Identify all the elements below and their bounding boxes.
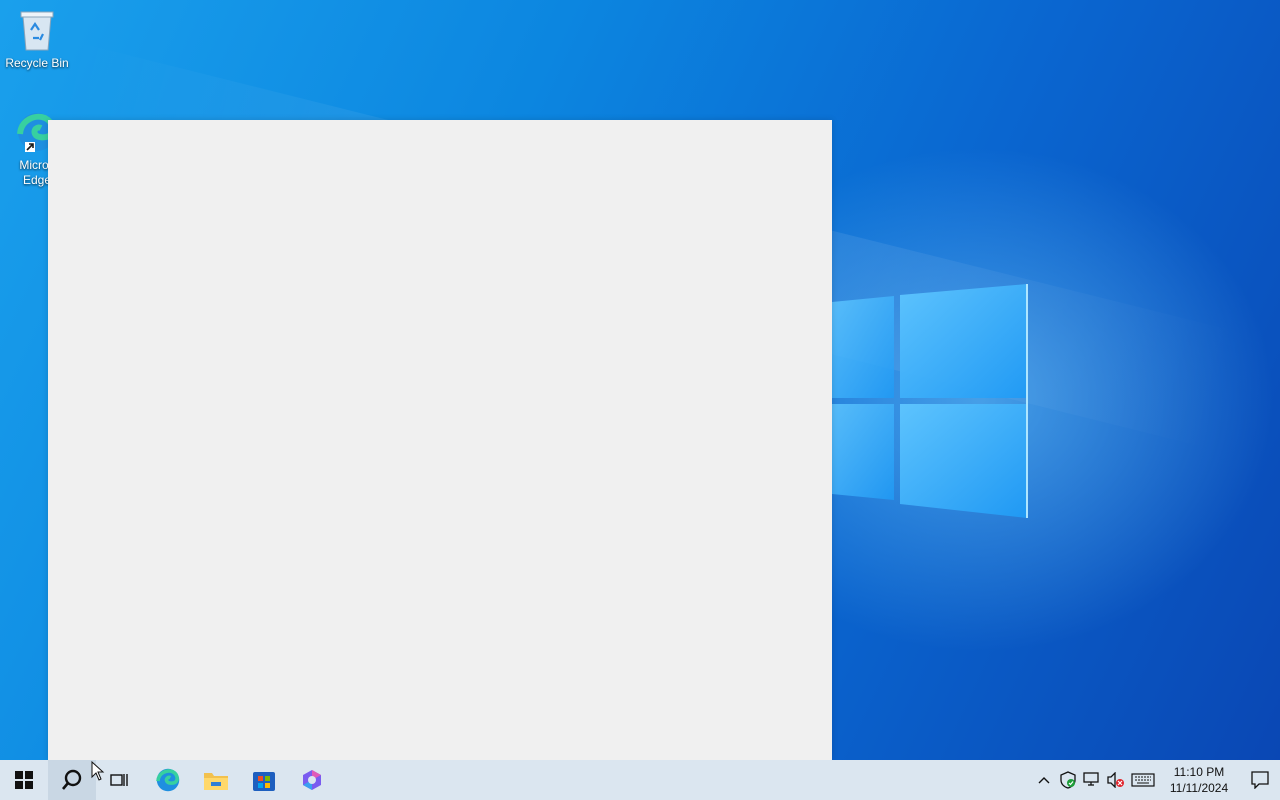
task-view-icon (110, 774, 128, 786)
taskbar-file-explorer-button[interactable] (192, 760, 240, 800)
clock-date: 11/11/2024 (1169, 781, 1229, 795)
tray-keyboard-button[interactable] (1128, 760, 1158, 800)
taskbar: 11:10 PM 11/11/2024 (0, 760, 1280, 800)
taskbar-edge-button[interactable] (144, 760, 192, 800)
blank-application-window[interactable] (48, 120, 832, 760)
clock-time: 11:10 PM (1173, 765, 1225, 779)
show-hidden-icons-button[interactable] (1032, 760, 1056, 800)
network-icon (1083, 772, 1099, 786)
copilot-icon (303, 770, 321, 790)
volume-muted-icon (1107, 772, 1124, 788)
tray-security-button[interactable] (1056, 760, 1080, 800)
chevron-up-icon (1038, 777, 1050, 784)
edge-icon (156, 768, 180, 792)
notification-icon (1251, 771, 1269, 789)
keyboard-icon (1131, 773, 1155, 787)
search-icon (62, 769, 82, 790)
action-center-button[interactable] (1240, 760, 1280, 800)
tray-network-button[interactable] (1080, 760, 1104, 800)
tray-volume-button[interactable] (1104, 760, 1128, 800)
taskbar-copilot-button[interactable] (288, 760, 336, 800)
start-icon (15, 771, 33, 789)
search-button[interactable] (48, 760, 96, 800)
desktop-icon-label: Recycle Bin (5, 56, 69, 70)
desktop-icon-recycle-bin[interactable]: Recycle Bin (0, 8, 74, 71)
recycle-bin-icon (20, 11, 54, 51)
security-shield-icon (1060, 771, 1076, 789)
microsoft-store-icon (253, 772, 275, 791)
file-explorer-icon (204, 773, 228, 790)
taskbar-clock[interactable]: 11:10 PM 11/11/2024 (1164, 764, 1234, 796)
taskbar-microsoft-store-button[interactable] (240, 760, 288, 800)
system-tray: 11:10 PM 11/11/2024 (1032, 760, 1280, 800)
mouse-cursor-icon (91, 761, 105, 781)
start-button[interactable] (0, 760, 48, 800)
